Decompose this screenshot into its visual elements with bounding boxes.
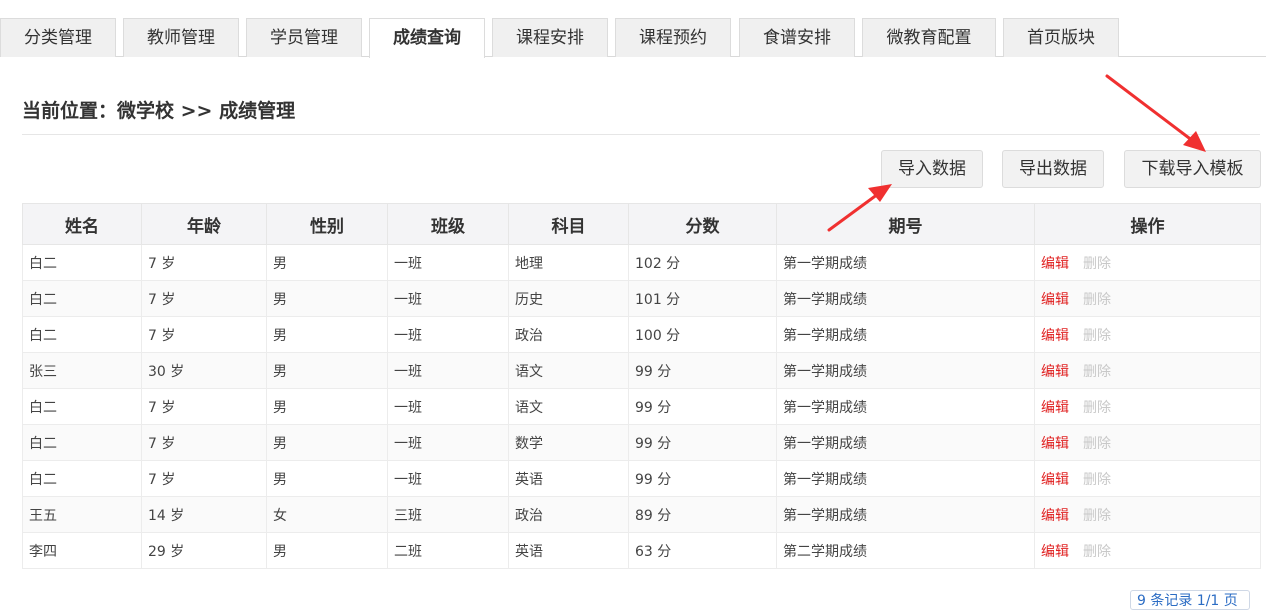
tab-score-query[interactable]: 成绩查询 xyxy=(369,18,485,58)
annotation-arrows xyxy=(827,74,1206,232)
arrow-to-import-button xyxy=(827,184,892,232)
arrow-to-template-button xyxy=(1105,74,1206,152)
